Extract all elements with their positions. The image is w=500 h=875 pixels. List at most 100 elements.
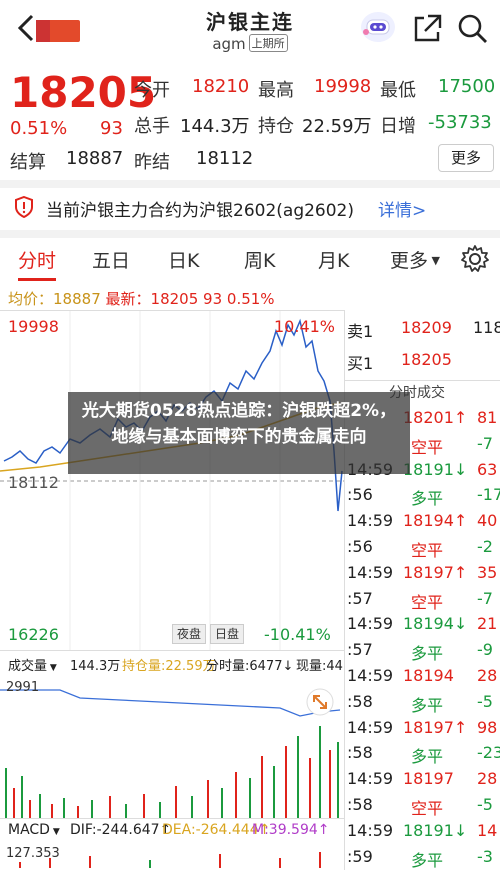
intraday-chart[interactable]: 19998 10.41% 18112 16226 -10.41%	[0, 310, 344, 651]
share-icon[interactable]	[410, 12, 444, 44]
trade-row: 14:59 18194↑ 40	[345, 511, 500, 539]
chart-top-pct: 10.41%	[274, 317, 336, 336]
trade-type: 多平	[411, 747, 444, 767]
active-tab-indicator	[18, 278, 56, 281]
sell-price: 18209	[401, 318, 452, 337]
trade-qty: 40	[477, 511, 498, 531]
volume-max: 2991	[6, 680, 40, 695]
oi-value: 22.59万	[302, 116, 372, 137]
trade-row: 14:59 18197↑ 98	[345, 718, 500, 746]
trade-price: 18201↑	[403, 408, 468, 427]
caret-down-icon: ▼	[47, 663, 57, 673]
tab-weekly-k[interactable]: 周K	[244, 246, 275, 273]
trade-row: :56 空平 -2	[345, 537, 500, 565]
trade-price: 18191↓	[403, 820, 468, 840]
trade-qty: -2	[477, 537, 493, 556]
volume-value: 144.3万	[180, 116, 250, 137]
trade-qty: -17	[477, 485, 500, 505]
trade-time: 14:59	[347, 820, 394, 840]
change-amount: 93	[100, 118, 123, 139]
trade-qty: -7	[477, 588, 493, 608]
trade-qty: 28	[477, 769, 498, 789]
tab-more[interactable]: 更多 ▼	[390, 246, 440, 273]
trade-price: 18194↑	[403, 511, 468, 531]
volume-indicator-select[interactable]: 成交量 ▼	[8, 655, 57, 674]
trade-time: 14:59	[347, 511, 394, 531]
sell-label: 卖1	[347, 322, 374, 341]
robot-assistant-icon[interactable]	[358, 10, 398, 44]
trade-type: 空平	[411, 592, 444, 612]
trade-time: :57	[347, 588, 373, 608]
trade-time: 14:59	[347, 562, 394, 582]
notice-text: 当前沪银主力合约为沪银2602(ag2602)	[46, 201, 354, 221]
trade-row: :56 多平 -17	[345, 485, 500, 513]
macd-header: MACD ▼ DIF:-244.647↑ DEA:-264.444↑ M:39.…	[0, 818, 344, 844]
trade-time: 14:59	[347, 769, 394, 789]
open-value: 18210	[192, 76, 250, 97]
trade-row: :58 多平 -23	[345, 743, 500, 771]
volume-now: 现量:44	[296, 659, 343, 674]
gear-icon[interactable]	[460, 244, 490, 274]
trade-time: :58	[347, 743, 373, 763]
trade-time: 14:59	[347, 717, 394, 737]
trade-row: 14:59 18197 28	[345, 769, 500, 797]
trade-time: :56	[347, 537, 373, 556]
search-icon[interactable]	[456, 12, 490, 44]
trade-qty: 21	[477, 614, 498, 634]
trade-time: :59	[347, 846, 373, 866]
notice-detail-link[interactable]: 详情>	[378, 196, 426, 221]
caret-down-icon: ▼	[428, 254, 440, 267]
divider	[0, 230, 500, 238]
change-percent: 0.51%	[10, 118, 68, 139]
trade-type: 空平	[411, 799, 444, 818]
main-contract-notice[interactable]: 当前沪银主力合约为沪银2602(ag2602) 详情>	[0, 188, 500, 228]
buy-row: 买1 18205	[345, 350, 500, 378]
latest-change: 93	[203, 290, 223, 308]
trade-price: 18191↓	[403, 459, 468, 479]
divider	[345, 380, 500, 381]
trade-price: 18197↑	[403, 562, 468, 582]
volume-total: 144.3万	[70, 659, 121, 674]
tab-daily-k[interactable]: 日K	[168, 246, 199, 273]
volume-label: 总手	[134, 116, 170, 137]
macd-indicator-select[interactable]: MACD ▼	[8, 822, 60, 838]
daily-add-value: -53733	[428, 112, 492, 133]
chart-tabs: 分时 五日 日K 周K 月K 更多 ▼	[0, 238, 500, 282]
chart-mid-price: 18112	[8, 473, 59, 492]
trade-qty: -3	[477, 846, 493, 866]
buy-price: 18205	[401, 350, 452, 369]
avg-info-bar: 均价：18887 最新：18205 93 0.51%	[8, 288, 275, 309]
tab-intraday[interactable]: 分时	[18, 246, 56, 273]
expand-icon[interactable]	[306, 688, 334, 716]
top-bar: 沪银主连 agm 上期所	[0, 0, 500, 58]
tab-five-day[interactable]: 五日	[92, 246, 130, 273]
macd-chart	[19, 852, 321, 868]
prev-settle-label: 昨结	[134, 152, 170, 173]
trade-qty: -9	[477, 640, 493, 660]
exchange-tag: 上期所	[248, 34, 288, 52]
news-headline-overlay[interactable]: 光大期货0528热点追踪：沪银跌超2%，地缘与基本面博弈下的贵金属走向	[68, 392, 410, 474]
volume-header: 成交量 ▼ 144.3万 持仓量:22.59万 分时量:6477↓ 现量:44	[0, 650, 344, 676]
volume-oi: 持仓量:22.59万	[122, 659, 216, 674]
trade-row: :57 多平 -9	[345, 640, 500, 668]
chart-bot-pct: -10.41%	[264, 625, 331, 644]
prev-settle-value: 18112	[196, 148, 254, 169]
trade-qty: -5	[477, 795, 493, 814]
trade-price: 18194	[403, 666, 454, 685]
trade-row: :57 空平 -7	[345, 589, 500, 617]
latest-value: 18205	[150, 290, 199, 308]
trade-type: 空平	[411, 541, 444, 560]
daily-add-label: 日增	[380, 116, 416, 137]
latest-label: 最新：	[105, 290, 151, 308]
trade-time: :57	[347, 640, 373, 660]
latest-pct: 0.51%	[226, 290, 275, 308]
night-session-button[interactable]: 夜盘	[172, 624, 206, 644]
avg-label: 均价：	[8, 290, 54, 308]
more-quote-button[interactable]: 更多	[438, 144, 494, 172]
trade-qty: -7	[477, 433, 493, 453]
tab-monthly-k[interactable]: 月K	[318, 246, 349, 273]
high-label: 最高	[258, 80, 294, 101]
day-session-button[interactable]: 日盘	[210, 624, 244, 644]
trade-row: :58 多平 -5	[345, 692, 500, 720]
trade-time: 14:59	[347, 666, 394, 685]
